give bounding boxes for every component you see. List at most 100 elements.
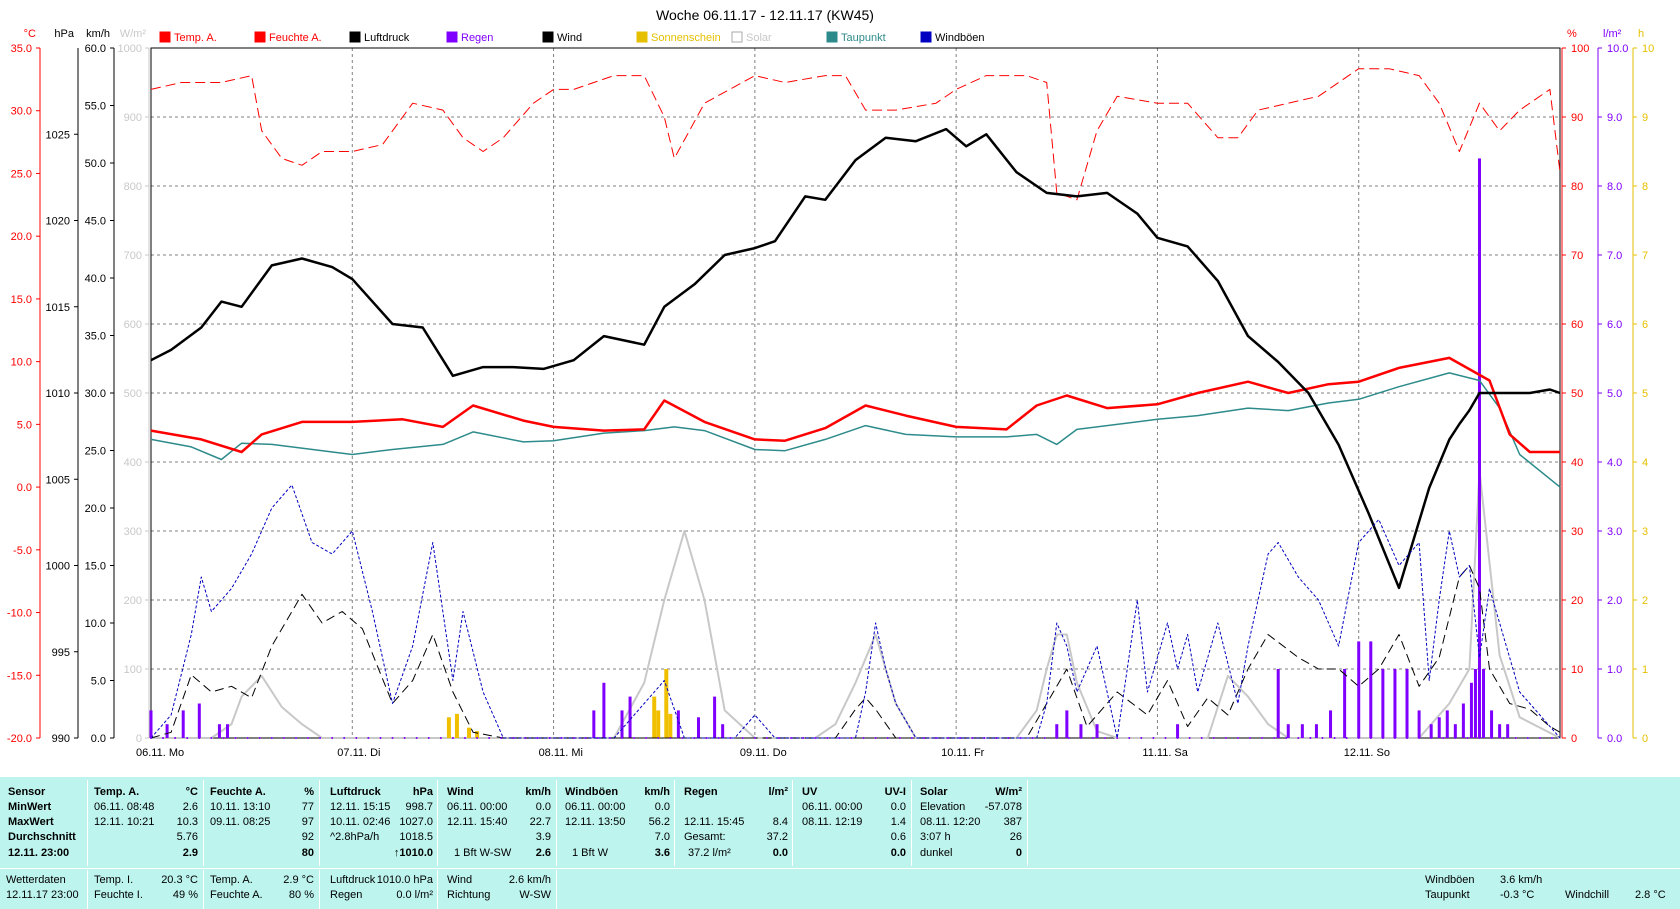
rain-bar: [1437, 717, 1441, 738]
rain-tick-label: 5.0: [1607, 388, 1622, 400]
sunshine-bar: [454, 713, 459, 738]
pressure-tick-label: 990: [52, 733, 70, 745]
hum-avg-value: 92: [301, 831, 314, 843]
rain-zero-dot: [331, 737, 334, 739]
rain-zero-dot: [186, 737, 189, 739]
richtung-label: Richtung: [447, 889, 491, 901]
humidity-tick-label: 10: [1571, 664, 1583, 676]
rain-last-total: 37.2 l/m²: [688, 847, 731, 859]
rain-bar: [1461, 703, 1465, 738]
rain-bar: [1490, 710, 1494, 738]
rain-tick-label: 2.0: [1607, 595, 1622, 607]
rain-tick-label: 3.0: [1607, 526, 1622, 538]
rain-zero-dot: [270, 737, 273, 739]
humidity-tick-label: 80: [1571, 181, 1583, 193]
rain-tick-label: 0.0: [1607, 733, 1622, 745]
rain-zero-dot: [1031, 737, 1034, 739]
rain-zero-dot: [1092, 737, 1095, 739]
sunshine-bar: [656, 710, 661, 738]
uv-avg-value: 0.6: [890, 831, 906, 843]
rain-zero-dot: [246, 737, 249, 739]
pressure-tick-label: 1000: [46, 561, 70, 573]
rain-zero-dot: [258, 737, 261, 739]
temp-avg-value: 5.76: [176, 831, 198, 843]
gust-max-time: 12.11. 13:50: [565, 816, 626, 828]
wind-tick-label: 0.0: [91, 733, 106, 745]
rain-zero-dot: [838, 737, 841, 739]
rain-zero-dot: [910, 737, 913, 739]
wind-tick-label: 10.0: [85, 618, 106, 630]
rain-zero-dot: [1514, 737, 1517, 739]
rain-zero-dot: [319, 737, 322, 739]
rain-zero-dot: [355, 737, 358, 739]
rain-zero-dot: [1261, 737, 1264, 739]
gust-min-value: 0.0: [654, 801, 670, 813]
rain-zero-dot: [294, 737, 297, 739]
rain-zero-dot: [174, 737, 177, 739]
rain-zero-dot: [343, 737, 346, 739]
wind-tick-label: 60.0: [85, 43, 106, 55]
rain-zero-dot: [536, 737, 539, 739]
rain-zero-dot: [584, 737, 587, 739]
rain-zero-dot: [198, 737, 201, 739]
rain-zero-dot: [826, 737, 829, 739]
sun-tick-label: 10: [1642, 43, 1654, 55]
taupunkt-value: -0.3 °C: [1500, 889, 1535, 901]
wind-tick-label: 50.0: [85, 158, 106, 170]
rain-zero-dot: [1502, 737, 1505, 739]
press-last-value: ↑1010.0: [393, 847, 433, 859]
humidity-tick-label: 90: [1571, 112, 1583, 124]
wind-max-time: 12.11. 15:40: [447, 816, 508, 828]
temp-tick-label: 10.0: [11, 357, 32, 369]
legend-swatch: [349, 31, 361, 43]
rain-zero-dot: [1369, 737, 1372, 739]
rain-zero-dot: [1224, 737, 1227, 739]
rain-bar: [1506, 724, 1510, 738]
rain-bar: [1482, 669, 1486, 738]
temp-max-value: 10.3: [176, 816, 198, 828]
temp-max-time: 12.11. 10:21: [94, 816, 155, 828]
rain-max-value: 8.4: [772, 816, 788, 828]
rain-header: Regen: [684, 786, 718, 798]
rain-tick-label: 10.0: [1607, 43, 1628, 55]
wind-last-value: 2.6: [535, 847, 551, 859]
sun-tick-label: 9: [1642, 112, 1648, 124]
rain-zero-dot: [1043, 737, 1046, 739]
rain-zero-dot: [971, 737, 974, 739]
solar-elevation-label: Elevation: [920, 801, 966, 813]
temp-tick-label: -10.0: [7, 608, 32, 620]
solar-axis-unit: W/m²: [120, 28, 147, 40]
feuchte-a-value: 80 %: [288, 889, 314, 901]
solar-tick-label: 100: [124, 664, 142, 676]
rain-zero-dot: [427, 737, 430, 739]
rain-zero-dot: [753, 737, 756, 739]
rain-zero-dot: [1116, 737, 1119, 739]
press-avg-value: 1018.5: [399, 831, 433, 843]
rain-bar: [1300, 724, 1304, 738]
rain-bar: [1453, 724, 1457, 738]
rain-zero-dot: [210, 737, 213, 739]
day-label: 10.11. Fr: [941, 747, 985, 759]
sun-tick-label: 7: [1642, 250, 1648, 262]
rain-zero-dot: [741, 737, 744, 739]
wind-tick-label: 40.0: [85, 273, 106, 285]
temp-tick-label: 30.0: [11, 106, 32, 118]
solar-tick-label: 1000: [118, 43, 142, 55]
rain-zero-dot: [778, 737, 781, 739]
rain-zero-dot: [1067, 737, 1070, 739]
wind-tick-label: 55.0: [85, 101, 106, 113]
hum-last-value: 80: [301, 847, 314, 859]
humidity-tick-label: 20: [1571, 595, 1583, 607]
hum-max-time: 09.11. 08:25: [210, 816, 271, 828]
rain-zero-dot: [1164, 737, 1167, 739]
sun-tick-label: 0: [1642, 733, 1648, 745]
rain-zero-dot: [790, 737, 793, 739]
sunshine-bar: [446, 717, 451, 738]
solar-line: [151, 470, 1561, 739]
temp-a-label: Temp. A.: [210, 874, 253, 886]
weather-chart: Woche 06.11.17 - 12.11.17 (KW45) Temp. A…: [7, 7, 1654, 759]
rain-zero-dot: [1442, 737, 1445, 739]
day-label: 09.11. Do: [740, 747, 787, 759]
humidity-tick-label: 100: [1571, 43, 1589, 55]
pressure-tick-label: 1010: [46, 388, 70, 400]
